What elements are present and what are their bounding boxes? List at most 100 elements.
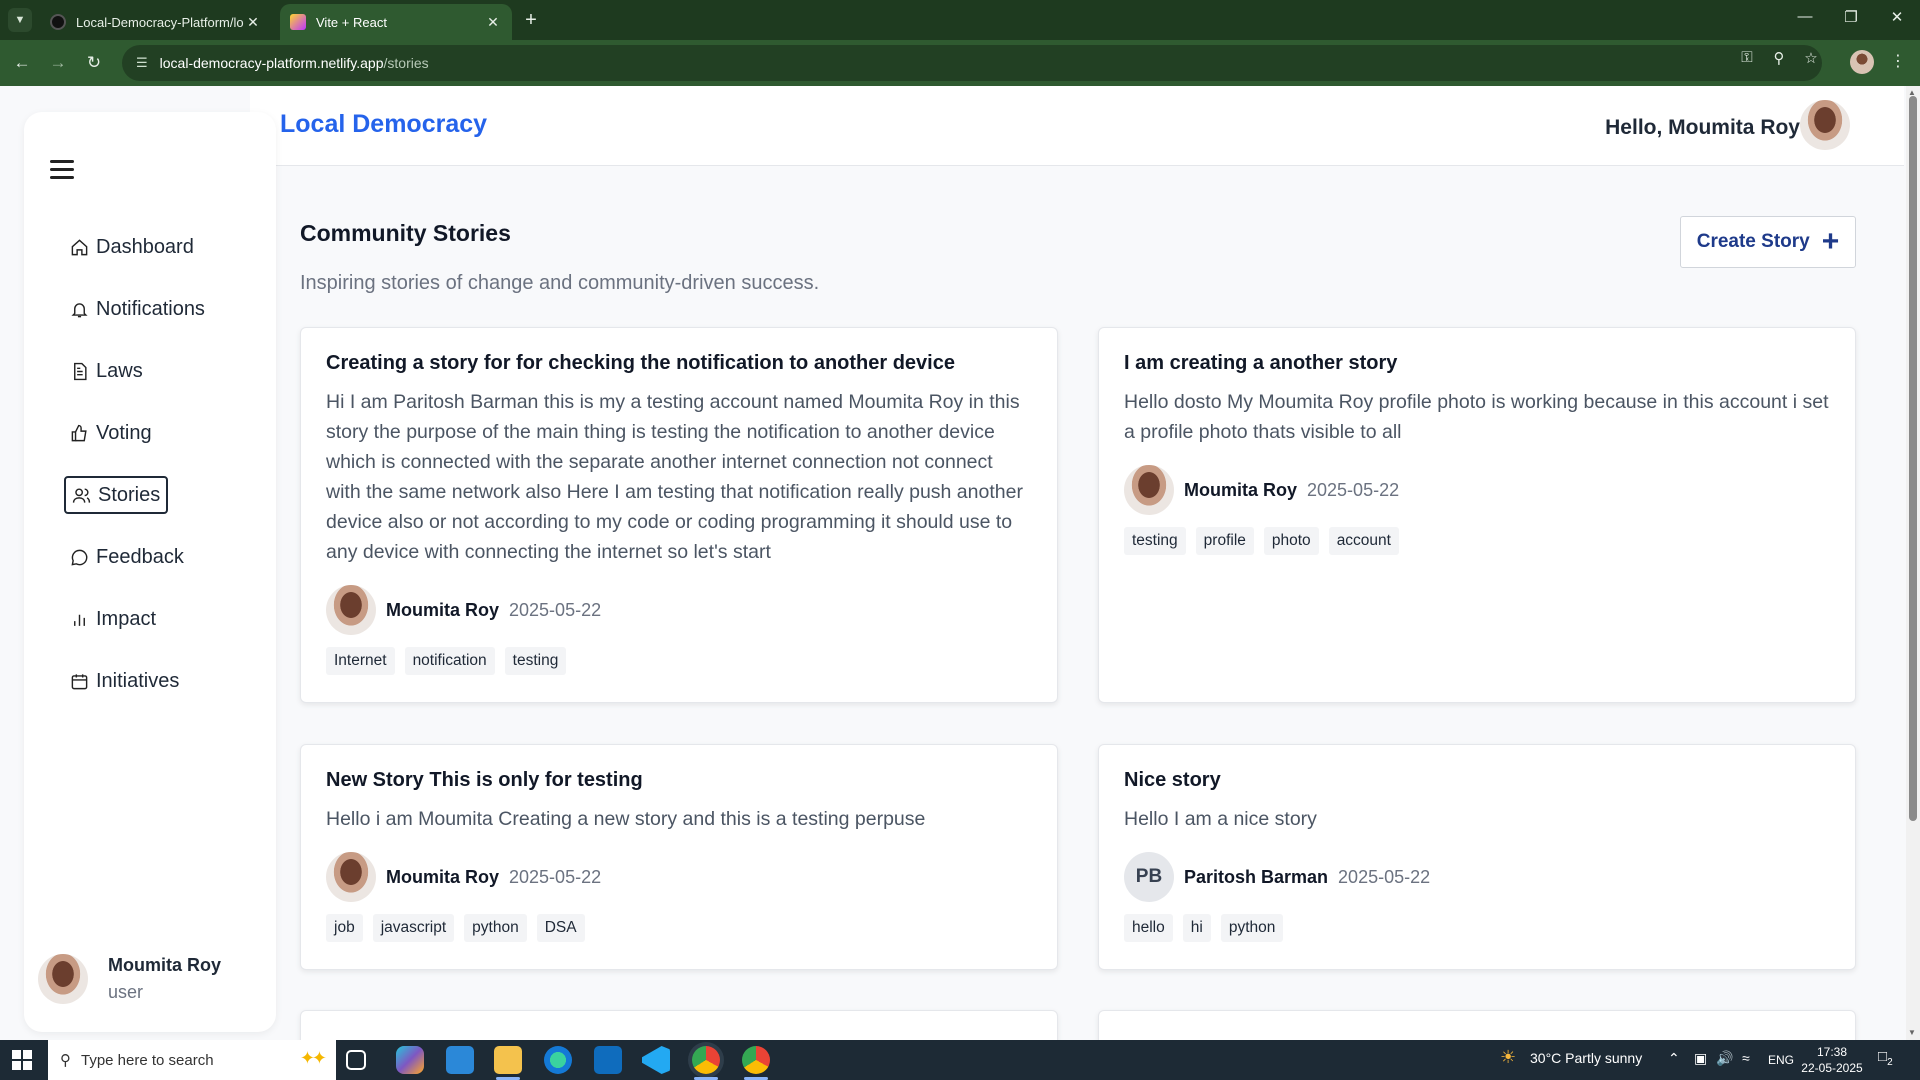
volume-icon[interactable]: 🔊 (1716, 1050, 1733, 1067)
bell-icon (71, 302, 88, 317)
story-card[interactable]: Creating a story for for checking the no… (300, 327, 1058, 703)
bar-chart-icon (74, 614, 85, 626)
task-view-icon[interactable] (346, 1050, 366, 1070)
sidebar-user[interactable]: Moumita Roy user (38, 954, 221, 1004)
story-date: 2025-05-22 (1307, 479, 1400, 500)
hamburger-menu-icon[interactable] (50, 160, 74, 179)
language-indicator[interactable]: ENG (1768, 1053, 1794, 1067)
sidebar-item-laws[interactable]: Laws (64, 352, 149, 390)
brand-title[interactable]: Local Democracy (280, 110, 487, 139)
avatar (326, 585, 376, 635)
back-button[interactable]: ← (10, 51, 34, 75)
author-name: Moumita Roy (386, 866, 500, 887)
tag[interactable]: hello (1124, 914, 1173, 942)
story-card[interactable] (300, 1010, 1058, 1040)
story-card[interactable] (1098, 1010, 1856, 1040)
tag[interactable]: DSA (536, 914, 585, 942)
author-name: Paritosh Barman (1184, 866, 1329, 887)
chrome-profile-icon[interactable] (742, 1046, 770, 1080)
tag[interactable]: profile (1195, 527, 1254, 555)
tag[interactable]: javascript (372, 914, 455, 942)
weather-icon[interactable]: ☀ (1500, 1047, 1516, 1068)
tag[interactable]: job (326, 914, 363, 942)
thumbs-up-icon (71, 424, 87, 441)
tag[interactable]: testing (504, 647, 567, 675)
sidebar-item-dashboard[interactable]: Dashboard (64, 228, 200, 266)
tag[interactable]: account (1328, 527, 1399, 555)
avatar (38, 954, 88, 1004)
notification-count: 2 (1887, 1057, 1893, 1068)
show-hidden-icons[interactable]: ⌃ (1668, 1050, 1680, 1067)
tab-search-button[interactable]: ▼ (8, 8, 32, 32)
close-tab-icon[interactable]: ✕ (484, 14, 502, 31)
taskbar-search[interactable]: ⚲ Type here to search ✦✦ (48, 1040, 336, 1080)
sidebar-item-initiatives[interactable]: Initiatives (64, 662, 185, 700)
new-tab-button[interactable]: + (520, 9, 542, 32)
zoom-icon[interactable]: ⚲ (1768, 49, 1790, 67)
browser-tab-bar: ▼ Local-Democracy-Platform/local ✕ Vite … (0, 0, 1920, 40)
site-info-icon[interactable]: ☰ (136, 55, 148, 71)
address-bar[interactable]: ☰ local-democracy-platform.netlify.app/s… (122, 45, 1822, 81)
minimize-button[interactable]: — (1790, 8, 1820, 25)
story-card[interactable]: Nice story Hello I am a nice story PB Pa… (1098, 744, 1856, 970)
clock-time: 17:38 (1816, 1045, 1848, 1059)
browser-menu-icon[interactable]: ⋮ (1888, 51, 1908, 71)
story-card[interactable]: New Story This is only for testing Hello… (300, 744, 1058, 970)
page-scrollbar[interactable]: ▲ ▼ (1906, 86, 1920, 1040)
meet-now-icon[interactable]: ▣ (1694, 1050, 1707, 1067)
sidebar-item-voting[interactable]: Voting (64, 414, 158, 452)
chat-icon (71, 549, 88, 566)
sparkle-icon: ✦✦ (299, 1048, 327, 1068)
sidebar-item-impact[interactable]: Impact (64, 600, 162, 638)
edge-icon[interactable] (544, 1046, 572, 1074)
notification-center-icon[interactable]: □2 (1878, 1048, 1893, 1068)
header-avatar[interactable] (1800, 100, 1850, 150)
close-window-button[interactable]: ✕ (1882, 8, 1912, 26)
story-title: Creating a story for for checking the no… (326, 352, 955, 374)
chrome-icon[interactable] (692, 1046, 720, 1080)
browser-tab-github[interactable]: Local-Democracy-Platform/local ✕ (40, 4, 272, 40)
tag[interactable]: testing (1124, 527, 1186, 555)
tag[interactable]: notification (404, 647, 495, 675)
tag[interactable]: photo (1263, 527, 1319, 555)
story-card[interactable]: I am creating a another story Hello dost… (1098, 327, 1856, 703)
avatar (1124, 465, 1174, 515)
tag[interactable]: python (1220, 914, 1284, 942)
sidebar-item-notifications[interactable]: Notifications (64, 290, 211, 328)
user-name: Moumita Roy (108, 955, 222, 975)
scrollbar-thumb[interactable] (1909, 96, 1917, 821)
vscode-icon[interactable] (642, 1046, 670, 1074)
reload-button[interactable]: ↻ (82, 51, 106, 75)
password-key-icon[interactable]: ⚿ (1736, 49, 1758, 66)
file-explorer-icon[interactable] (494, 1046, 522, 1080)
tag[interactable]: python (464, 914, 527, 942)
wifi-icon[interactable]: ≈ (1742, 1050, 1750, 1066)
copilot-icon[interactable] (396, 1046, 424, 1074)
create-story-button[interactable]: Create Story + (1680, 216, 1856, 268)
sidebar-item-feedback[interactable]: Feedback (64, 538, 190, 576)
users-icon (72, 487, 91, 503)
forward-button[interactable]: → (46, 51, 70, 75)
system-clock[interactable]: 17:38 22-05-2025 (1796, 1044, 1868, 1076)
close-tab-icon[interactable]: ✕ (244, 14, 262, 31)
browser-tab-vite[interactable]: Vite + React ✕ (280, 4, 512, 40)
tag[interactable]: hi (1182, 914, 1211, 942)
search-placeholder: Type here to search (81, 1051, 214, 1069)
outlook-icon[interactable] (594, 1046, 622, 1074)
story-body: Hello dosto My Moumita Roy profile photo… (1124, 391, 1829, 443)
windows-start-icon[interactable] (12, 1050, 32, 1070)
tag-list: hello hi python (1124, 914, 1830, 942)
bookmark-star-icon[interactable]: ☆ (1800, 49, 1822, 67)
story-author: PB Paritosh Barman 2025-05-22 (1124, 852, 1830, 902)
store-icon[interactable] (446, 1046, 474, 1074)
scroll-down-icon[interactable]: ▼ (1908, 1028, 1916, 1037)
story-title: Nice story (1124, 769, 1221, 791)
tag[interactable]: Internet (326, 647, 395, 675)
sidebar-item-label: Stories (98, 483, 161, 506)
sidebar-item-label: Laws (96, 359, 143, 382)
sidebar-item-stories[interactable]: Stories (64, 476, 169, 514)
avatar (326, 852, 376, 902)
profile-avatar-icon[interactable] (1850, 50, 1874, 74)
weather-text[interactable]: 30°C Partly sunny (1530, 1050, 1642, 1066)
restore-button[interactable]: ❐ (1836, 8, 1866, 26)
